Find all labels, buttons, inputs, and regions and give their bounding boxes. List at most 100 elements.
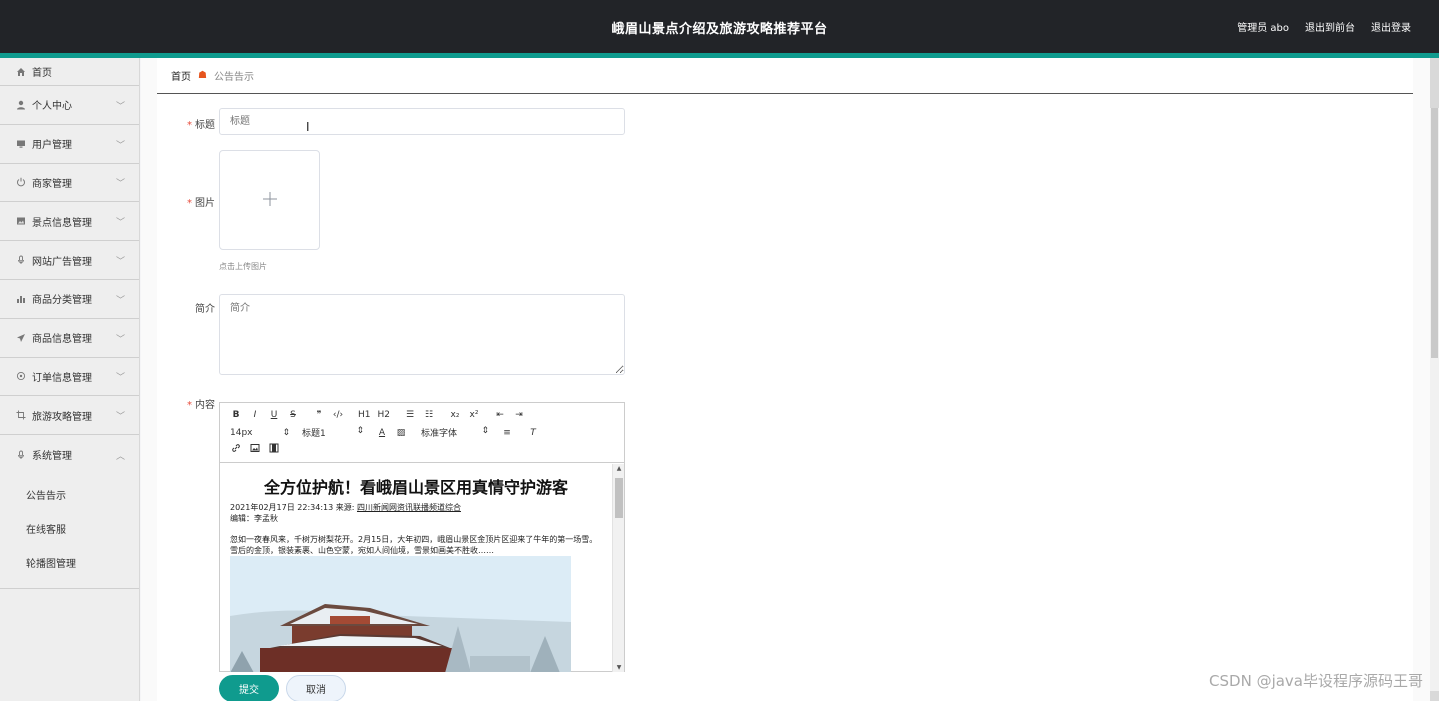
sidebar-item-label: 商品信息管理 — [32, 334, 92, 346]
sidebar-item-label: 系统管理 — [32, 451, 72, 463]
link-icon[interactable] — [230, 443, 242, 456]
sidebar-item-profile[interactable]: 个人中心 ﹀ — [0, 86, 139, 125]
logout-link[interactable]: 退出登录 — [1371, 19, 1411, 34]
chevron-down-icon: ﹀ — [115, 218, 125, 229]
image-icon[interactable] — [249, 443, 261, 456]
background-color-icon[interactable]: ▨ — [395, 428, 407, 438]
image-icon — [16, 216, 26, 226]
heading2-button[interactable]: H2 — [378, 410, 391, 420]
heading1-button[interactable]: H1 — [358, 410, 371, 420]
chevron-up-icon: ︿ — [115, 451, 125, 462]
rich-text-editor[interactable]: B I U S ❞ ‹/› H1 H2 ☰ ☷ x₂ x² ⇤ ⇥ 14px⇕ — [219, 402, 625, 672]
bold-button[interactable]: B — [230, 410, 242, 420]
front-page-link[interactable]: 退出到前台 — [1305, 19, 1355, 34]
chevron-down-icon: ﹀ — [115, 373, 125, 384]
page-scroll-track-top — [1430, 58, 1439, 108]
home-icon: ☗ — [198, 70, 207, 81]
sidebar-item-product-category[interactable]: 商品分类管理 ﹀ — [0, 280, 139, 319]
article-editor: 编辑：李孟秋 — [230, 514, 278, 523]
chevron-down-icon: ﹀ — [115, 257, 125, 268]
sidebar-item-label: 个人中心 — [32, 101, 72, 113]
send-icon — [16, 333, 26, 343]
image-label: * 图片 — [187, 198, 215, 209]
text-cursor-icon: I — [306, 120, 310, 134]
code-block-button[interactable]: ‹/› — [332, 410, 344, 420]
bar-chart-icon — [16, 294, 26, 304]
sidebar-item-system[interactable]: 系统管理 ︿ — [0, 435, 139, 474]
article-photo — [230, 556, 571, 672]
page-scroll-thumb[interactable] — [1431, 108, 1438, 358]
font-size-select[interactable]: 14px ⇕ — [230, 428, 290, 438]
article-meta: 2021年02月17日 22:34:13 来源: 四川新闻网资讯联播频道综合 — [230, 502, 602, 513]
sidebar-item-label: 订单信息管理 — [32, 372, 92, 384]
sidebar-item-product-info[interactable]: 商品信息管理 ﹀ — [0, 319, 139, 358]
page-scrollbar[interactable] — [1430, 58, 1439, 701]
scroll-up-icon[interactable]: ▲ — [613, 465, 625, 472]
article-date: 2021年02月17日 22:34:13 来源: — [230, 503, 355, 512]
plus-icon — [262, 188, 278, 213]
title-input[interactable] — [219, 108, 625, 135]
main-content: 首页 ☗ 公告告示 *标题 *图片 点击上传图片 简介 *内容 B I U — [141, 58, 1430, 701]
editor-scrollbar[interactable]: ▲ ▼ — [612, 464, 624, 672]
sidebar-item-scenic[interactable]: 景点信息管理 ﹀ — [0, 202, 139, 242]
crop-icon — [16, 410, 26, 420]
sidebar-subitem-carousel[interactable]: 轮播图管理 — [0, 548, 139, 582]
sidebar-item-label: 网站广告管理 — [32, 256, 92, 268]
home-icon — [16, 67, 26, 77]
chevron-down-icon: ﹀ — [115, 334, 125, 345]
select-arrows-icon: ⇕ — [356, 426, 364, 436]
announcement-form: *标题 *图片 点击上传图片 简介 *内容 B I U S ❞ ‹/› — [157, 94, 1413, 701]
intro-textarea[interactable] — [219, 294, 625, 375]
strike-button[interactable]: S — [287, 410, 299, 420]
font-color-icon[interactable]: A — [376, 428, 388, 438]
heading-select[interactable]: 标题1 ⇕ — [302, 426, 364, 439]
editor-content[interactable]: 全方位护航！看峨眉山景区用真情守护游客 2021年02月17日 22:34:13… — [220, 464, 612, 672]
video-icon[interactable] — [268, 443, 280, 456]
power-icon — [16, 177, 26, 187]
sidebar-item-travel-guides[interactable]: 旅游攻略管理 ﹀ — [0, 396, 139, 436]
sidebar-item-label: 旅游攻略管理 — [32, 411, 92, 423]
toolbar-row-format: B I U S ❞ ‹/› H1 H2 ☰ ☷ x₂ x² ⇤ ⇥ — [230, 410, 532, 420]
breadcrumb: 首页 ☗ 公告告示 — [157, 58, 1413, 94]
indent-button[interactable]: ⇥ — [513, 410, 525, 420]
clear-format-icon[interactable]: T — [527, 428, 539, 438]
breadcrumb-current: 公告告示 — [213, 72, 254, 83]
image-uploader[interactable] — [219, 150, 320, 250]
subscript-button[interactable]: x₂ — [449, 410, 461, 420]
header-actions: 管理员 abo 退出到前台 退出登录 — [1237, 19, 1411, 34]
quote-button[interactable]: ❞ — [313, 410, 325, 420]
toolbar-row-style: 14px ⇕ 标题1 ⇕ A ▨ 标准字体 ⇕ ≡ T — [230, 426, 546, 439]
submit-button[interactable]: 提交 — [219, 675, 279, 701]
sidebar-item-home[interactable]: 首页 — [0, 58, 139, 86]
intro-label: 简介 — [195, 304, 215, 315]
title-label: * 标题 — [187, 120, 215, 131]
app-title: 峨眉山景点介绍及旅游攻略推荐平台 — [611, 22, 828, 37]
sidebar-subitem-announcements[interactable]: 公告告示 — [0, 480, 139, 514]
sidebar-item-ads[interactable]: 网站广告管理 ﹀ — [0, 241, 139, 280]
outdent-button[interactable]: ⇤ — [494, 410, 506, 420]
ordered-list-button[interactable]: ☰ — [404, 410, 416, 420]
sidebar-item-label: 用户管理 — [32, 140, 72, 152]
top-header: 峨眉山景点介绍及旅游攻略推荐平台 管理员 abo 退出到前台 退出登录 — [0, 0, 1439, 53]
scroll-down-icon[interactable]: ▼ — [613, 664, 625, 671]
sidebar: 首页 个人中心 ﹀ 用户管理 ﹀ 商家管理 ﹀ 景点信息管理 ﹀ 网站广告管理 … — [0, 58, 140, 701]
superscript-button[interactable]: x² — [468, 410, 480, 420]
cancel-button[interactable]: 取消 — [286, 675, 346, 701]
underline-button[interactable]: U — [268, 410, 280, 420]
font-family-select[interactable]: 标准字体 ⇕ — [421, 426, 489, 439]
sidebar-item-orders[interactable]: 订单信息管理 ﹀ — [0, 358, 139, 397]
sidebar-subitem-online-service[interactable]: 在线客服 — [0, 514, 139, 548]
watermark: CSDN @java毕设程序源码王哥 — [1209, 672, 1423, 690]
bullet-list-button[interactable]: ☷ — [423, 410, 435, 420]
sidebar-item-users[interactable]: 用户管理 ﹀ — [0, 125, 139, 164]
select-arrows-icon: ⇕ — [481, 426, 489, 436]
sidebar-item-merchants[interactable]: 商家管理 ﹀ — [0, 164, 139, 203]
align-icon[interactable]: ≡ — [501, 428, 513, 438]
chevron-down-icon: ﹀ — [115, 101, 125, 112]
italic-button[interactable]: I — [249, 410, 261, 420]
content-label: * 内容 — [187, 400, 215, 411]
article-title: 全方位护航！看峨眉山景区用真情守护游客 — [263, 478, 568, 497]
editor-scroll-thumb[interactable] — [615, 478, 623, 518]
article-source-link[interactable]: 四川新闻网资讯联播频道综合 — [357, 503, 461, 512]
breadcrumb-home[interactable]: 首页 — [171, 68, 191, 83]
